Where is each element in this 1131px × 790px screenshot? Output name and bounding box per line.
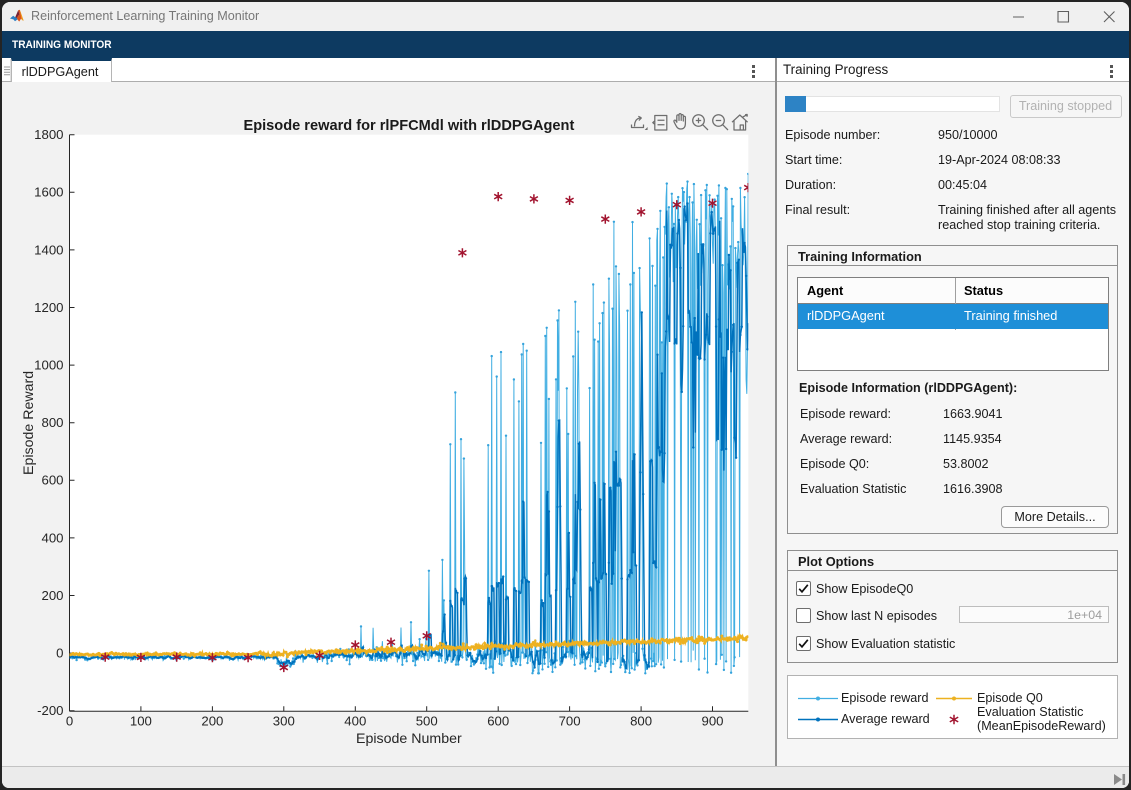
svg-text:Episode Number: Episode Number bbox=[356, 731, 462, 747]
svg-text:1000: 1000 bbox=[34, 358, 63, 373]
svg-text:400: 400 bbox=[41, 530, 63, 545]
svg-text:100: 100 bbox=[130, 714, 152, 729]
svg-text:1400: 1400 bbox=[34, 242, 63, 257]
svg-text:200: 200 bbox=[41, 588, 63, 603]
svg-text:600: 600 bbox=[487, 714, 509, 729]
svg-text:600: 600 bbox=[41, 473, 63, 488]
svg-text:700: 700 bbox=[559, 714, 581, 729]
svg-text:-200: -200 bbox=[37, 703, 63, 718]
svg-text:1600: 1600 bbox=[34, 185, 63, 200]
svg-text:Episode reward for rlPFCMdl wi: Episode reward for rlPFCMdl with rlDDPGA… bbox=[243, 118, 574, 134]
svg-text:500: 500 bbox=[416, 714, 438, 729]
svg-text:200: 200 bbox=[201, 714, 223, 729]
svg-text:900: 900 bbox=[701, 714, 723, 729]
svg-text:0: 0 bbox=[66, 714, 73, 729]
svg-text:Episode Reward: Episode Reward bbox=[21, 371, 37, 475]
svg-text:800: 800 bbox=[630, 714, 652, 729]
svg-text:800: 800 bbox=[41, 415, 63, 430]
svg-text:0: 0 bbox=[56, 646, 63, 661]
svg-text:300: 300 bbox=[273, 714, 295, 729]
svg-text:1800: 1800 bbox=[34, 127, 63, 142]
svg-text:1200: 1200 bbox=[34, 300, 63, 315]
svg-text:400: 400 bbox=[344, 714, 366, 729]
